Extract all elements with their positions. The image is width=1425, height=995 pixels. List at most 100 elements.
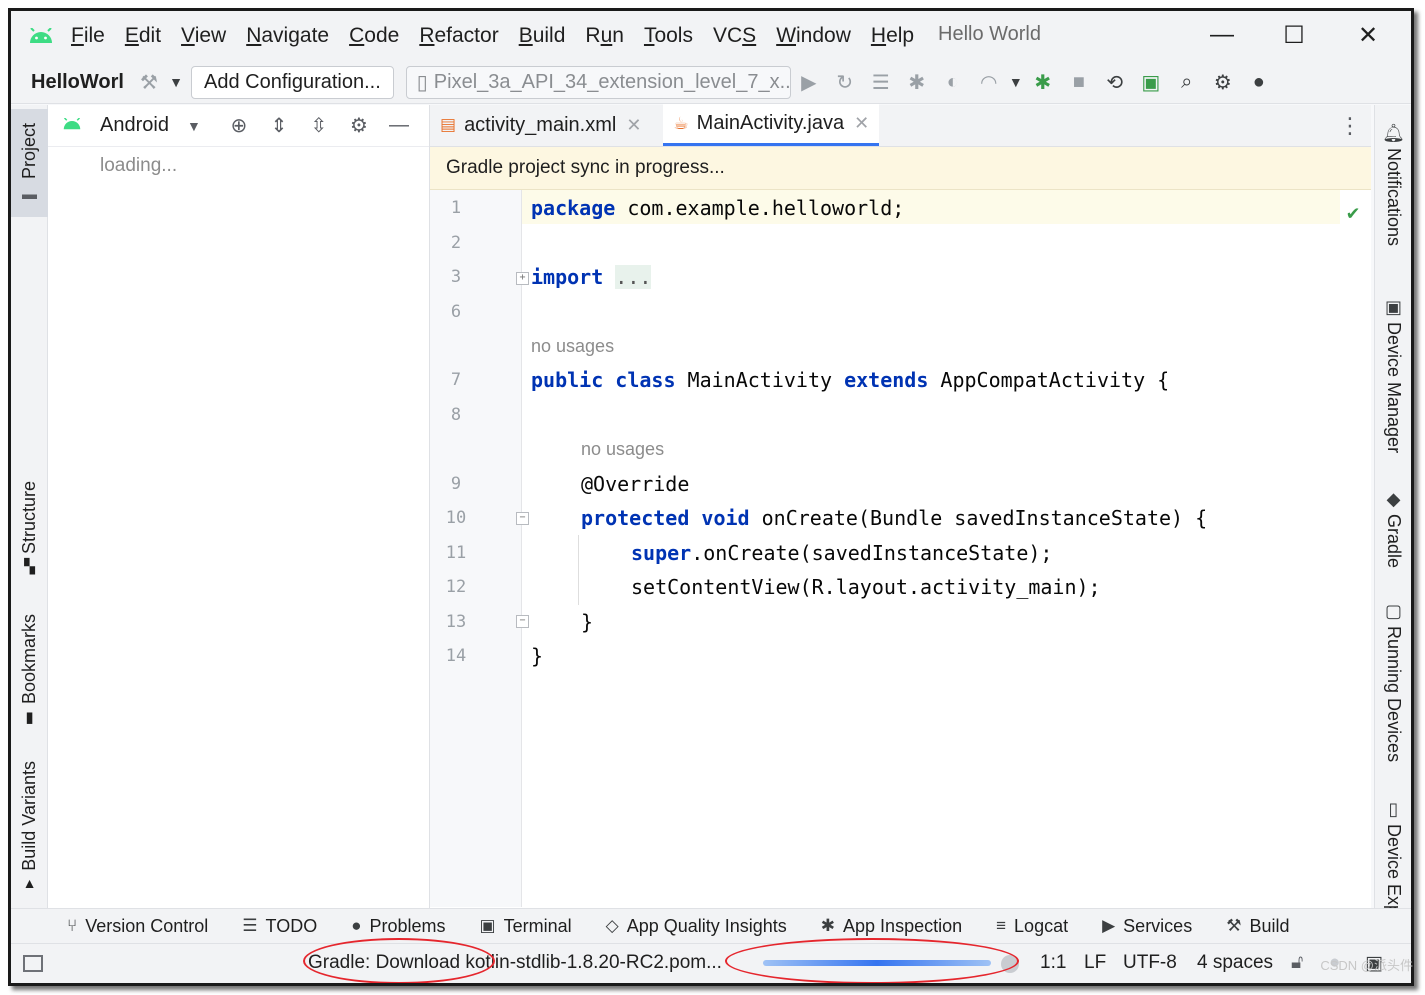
add-configuration-button[interactable]: Add Configuration... xyxy=(191,65,394,99)
main-toolbar: HelloWorl ⚒ ▼ Add Configuration... ▯ Pix… xyxy=(11,61,1411,104)
bell-icon: 🔔︎ xyxy=(1382,123,1405,143)
attach-debugger-icon[interactable]: ✱ xyxy=(1025,66,1061,98)
close-tab-icon[interactable]: ✕ xyxy=(854,113,869,134)
inspection-icon: ✱ xyxy=(820,916,836,935)
indent-setting[interactable]: 4 spaces xyxy=(1197,952,1273,974)
run-icon[interactable]: ▶ xyxy=(791,66,827,98)
account-icon[interactable]: ● xyxy=(1241,66,1277,98)
view-mode-selector[interactable]: Android xyxy=(100,114,169,137)
code-line-import: import ... xyxy=(531,265,652,289)
fold-toggle-icon[interactable]: − xyxy=(516,615,529,628)
tool-app-quality-insights[interactable]: ◇ App Quality Insights xyxy=(606,916,787,937)
left-tool-strip: Project ▬ Structure ▚ Bookmarks ▮ Build … xyxy=(11,105,48,908)
maximize-button[interactable]: ☐ xyxy=(1279,21,1309,50)
hide-panel-icon[interactable]: — xyxy=(379,114,419,137)
expand-all-icon[interactable]: ⇕ xyxy=(259,113,299,138)
tool-todo[interactable]: ☰ TODO xyxy=(242,916,317,937)
running-devices-icon: ▢ xyxy=(1384,601,1402,621)
attach-icon[interactable]: ◠ xyxy=(971,66,1007,98)
folder-icon: ▬ xyxy=(22,185,37,203)
tab-label: MainActivity.java xyxy=(696,112,845,134)
collapse-all-icon[interactable]: ⇳ xyxy=(299,113,339,138)
menu-run[interactable]: Run xyxy=(585,24,624,48)
keyword: package xyxy=(531,196,616,220)
tab-running-devices[interactable]: ▢ Running Devices xyxy=(1375,601,1411,762)
usage-hint[interactable]: no usages xyxy=(531,336,614,357)
apply-code-icon[interactable]: ☰ xyxy=(863,66,899,98)
apply-changes-icon[interactable]: ↻ xyxy=(827,66,863,98)
tab-notifications[interactable]: 🔔︎ Notifications xyxy=(1375,123,1411,247)
tool-label: App Quality Insights xyxy=(626,915,787,936)
code-text: onCreate(Bundle savedInstanceState) { xyxy=(749,506,1208,530)
tab-device-manager[interactable]: ▣ Device Manager xyxy=(1375,297,1411,453)
locate-icon[interactable]: ⊕ xyxy=(219,113,259,138)
menu-navigate[interactable]: Navigate xyxy=(246,24,329,48)
tool-terminal[interactable]: ▣ Terminal xyxy=(480,916,572,937)
sync-gradle-icon[interactable]: ⟲ xyxy=(1097,66,1133,98)
tab-label: Notifications xyxy=(1384,148,1404,247)
fold-toggle-icon[interactable]: + xyxy=(516,272,529,285)
project-panel: Android ▼ ⊕ ⇕ ⇳ ⚙ — loading... xyxy=(48,105,430,908)
menu-view[interactable]: View xyxy=(181,24,226,48)
menu-tools[interactable]: Tools xyxy=(644,24,693,48)
tab-gradle[interactable]: ◆ Gradle xyxy=(1375,489,1411,568)
code-line-close-class: } xyxy=(531,644,544,668)
close-tab-icon[interactable]: ✕ xyxy=(626,115,641,136)
device-manager-icon[interactable]: ▣ xyxy=(1133,66,1169,98)
structure-icon: ▚ xyxy=(24,558,35,575)
hammer-make-icon[interactable]: ⚒ xyxy=(131,66,167,98)
usage-hint[interactable]: no usages xyxy=(581,439,664,460)
menu-edit[interactable]: Edit xyxy=(125,24,161,48)
more-run-chevron-icon[interactable]: ▼ xyxy=(1007,66,1025,98)
view-mode-chevron-icon[interactable]: ▼ xyxy=(169,118,219,134)
menu-code[interactable]: Code xyxy=(349,24,399,48)
profile-icon[interactable]: ◐ xyxy=(935,66,971,98)
menu-file[interactable]: File xyxy=(71,24,105,48)
android-logo-icon xyxy=(11,28,71,44)
tab-bookmarks[interactable]: Bookmarks ▮ xyxy=(11,610,48,730)
tool-problems[interactable]: ● Problems xyxy=(351,916,445,937)
code-line-close-method: } xyxy=(581,610,594,634)
tab-structure[interactable]: Structure ▚ xyxy=(11,473,48,583)
tab-build-variants[interactable]: Build Variants ▲ xyxy=(11,755,48,897)
no-problems-check-icon[interactable]: ✔ xyxy=(1347,200,1359,224)
fold-toggle-icon[interactable]: − xyxy=(516,512,529,525)
lock-icon[interactable]: 🔓︎ xyxy=(1291,952,1303,974)
device-selector[interactable]: ▯ Pixel_3a_API_34_extension_level_7_x... xyxy=(405,65,791,99)
close-button[interactable]: ✕ xyxy=(1353,21,1383,50)
tool-build[interactable]: ⚒ Build xyxy=(1226,916,1289,937)
phone-icon: ▯ xyxy=(416,71,428,94)
chevron-down-icon[interactable]: ▼ xyxy=(167,66,185,98)
code-editor[interactable]: ✔ 1 2 3 6 7 8 9 10 11 12 13 14 + − − pac… xyxy=(430,190,1371,907)
tool-app-inspection[interactable]: ✱ App Inspection xyxy=(821,916,962,937)
tool-logcat[interactable]: ≡ Logcat xyxy=(996,916,1068,937)
code-line-class: public class MainActivity extends AppCom… xyxy=(531,368,1169,392)
editor-area: ▤ activity_main.xml ✕ ☕ MainActivity.jav… xyxy=(430,104,1371,908)
caret-position[interactable]: 1:1 xyxy=(1040,952,1066,974)
search-icon[interactable]: ⌕ xyxy=(1169,66,1205,98)
gear-icon[interactable]: ⚙ xyxy=(1205,66,1241,98)
folded-imports[interactable]: ... xyxy=(615,265,652,289)
project-name[interactable]: HelloWorl xyxy=(31,71,131,94)
menu-vcs[interactable]: VCS xyxy=(713,24,756,48)
minimize-button[interactable]: — xyxy=(1207,21,1237,49)
more-tabs-icon[interactable]: ⋮ xyxy=(1339,113,1361,139)
tab-device-explorer[interactable]: ▯ Device Expl xyxy=(1375,799,1411,919)
tab-project[interactable]: Project ▬ xyxy=(11,109,48,217)
file-encoding[interactable]: UTF-8 xyxy=(1123,952,1177,974)
menu-refactor[interactable]: Refactor xyxy=(419,24,498,48)
panel-gear-icon[interactable]: ⚙ xyxy=(339,113,379,138)
menu-build[interactable]: Build xyxy=(519,24,566,48)
toggle-tool-windows-icon[interactable] xyxy=(23,955,43,972)
tab-main-activity-java[interactable]: ☕ MainActivity.java ✕ xyxy=(663,104,880,146)
debug-icon[interactable]: ✱ xyxy=(899,66,935,98)
menu-window[interactable]: Window xyxy=(776,24,851,48)
keyword: public xyxy=(531,368,604,392)
tool-version-control[interactable]: ⑂ Version Control xyxy=(67,916,208,937)
tool-services[interactable]: ▶ Services xyxy=(1102,916,1192,937)
stop-icon[interactable]: ■ xyxy=(1061,66,1097,98)
android-view-icon xyxy=(48,116,96,135)
menu-help[interactable]: Help xyxy=(871,24,914,48)
tab-activity-main-xml[interactable]: ▤ activity_main.xml ✕ xyxy=(430,104,651,146)
line-separator[interactable]: LF xyxy=(1084,952,1106,974)
